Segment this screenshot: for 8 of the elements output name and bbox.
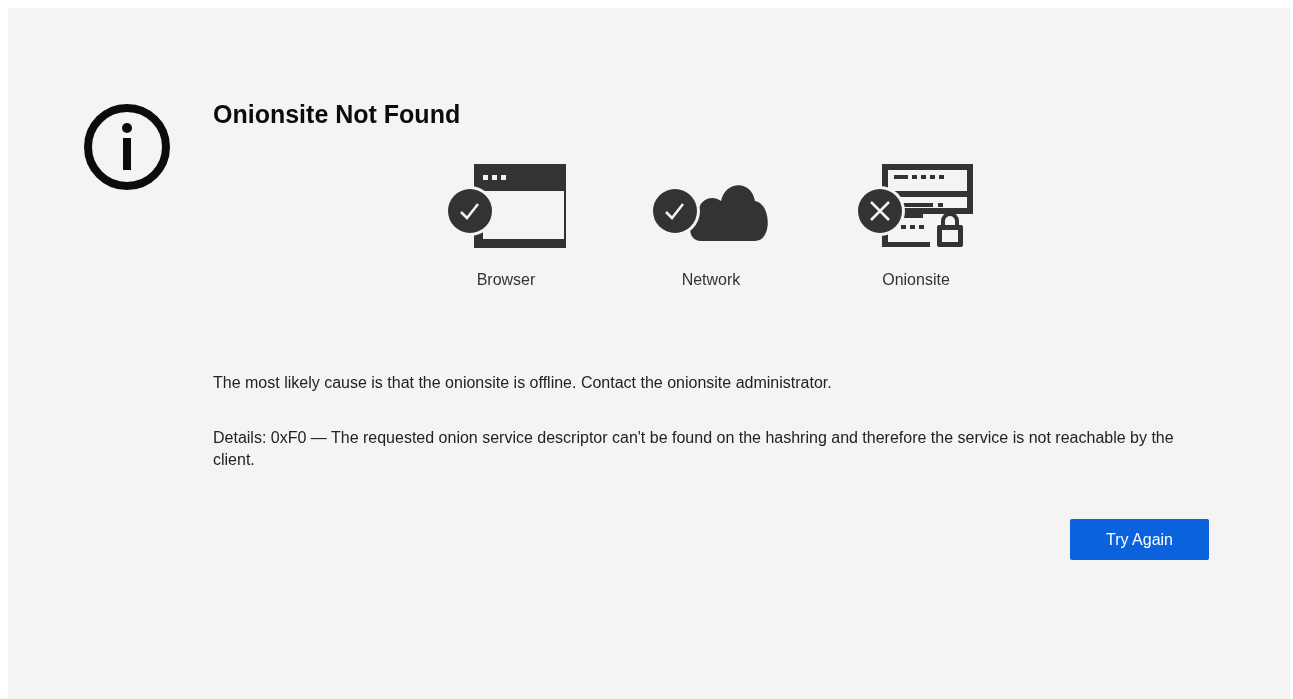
status-label: Network	[681, 271, 741, 289]
page-title: Onionsite Not Found	[213, 100, 462, 129]
info-icon	[83, 103, 171, 191]
try-again-button[interactable]: Try Again	[1070, 519, 1209, 560]
status-label: Browser	[476, 271, 536, 289]
details-text: Details: 0xF0 — The requested onion service descriptor can't be found on the hashring and therefore the service is not reachable by the client.	[213, 428, 1175, 470]
cause-text: The most likely cause is that the onionsite is offline. Contact the onionsite administrator.	[213, 373, 833, 393]
status-label: Onionsite	[882, 271, 950, 289]
